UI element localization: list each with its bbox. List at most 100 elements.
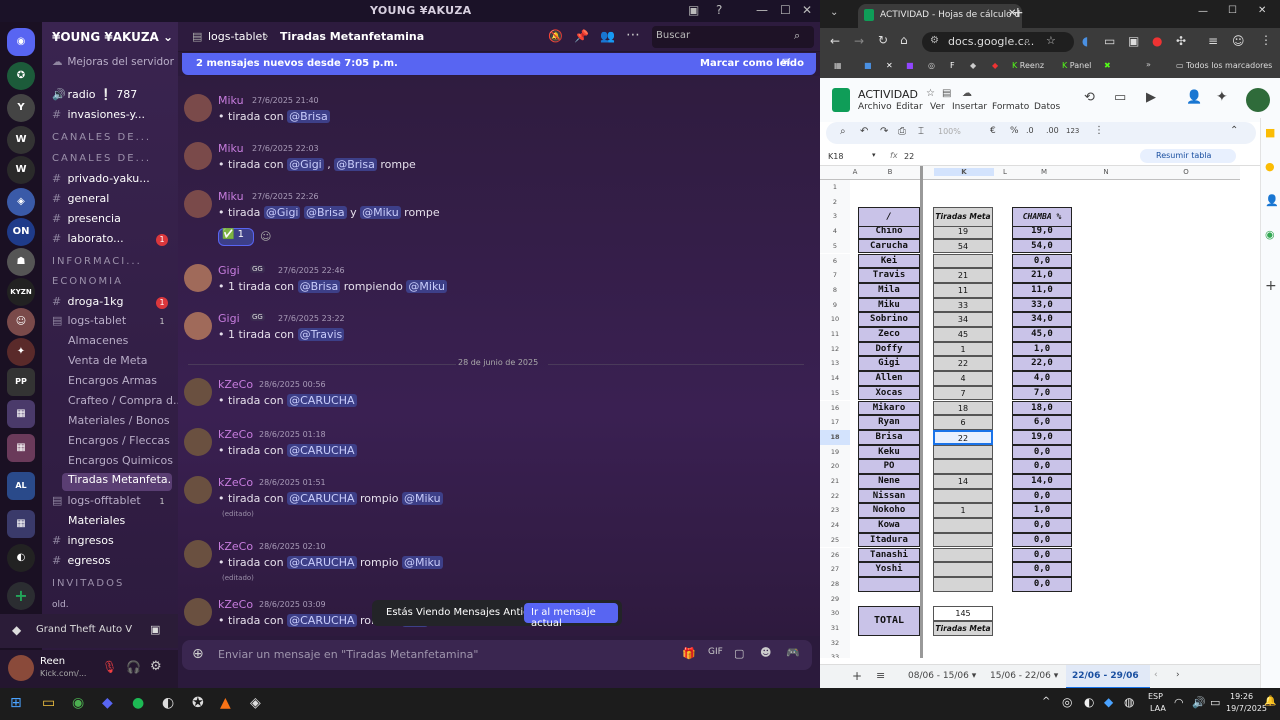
cell-tiradas[interactable] [933, 253, 993, 269]
user-mention[interactable]: @CARUCHA [287, 492, 357, 505]
stream-icon[interactable]: ▣ [150, 623, 160, 636]
volume-icon[interactable]: 🔊 [1192, 696, 1206, 709]
apps-grid-icon[interactable]: ▦ [834, 61, 842, 70]
github-icon[interactable]: ◐ [162, 695, 174, 711]
new-messages-bar[interactable]: 2 mensajes nuevos desde 7:05 p.m. Marcar… [182, 53, 816, 75]
jump-to-present-button[interactable]: Ir al mensaje actual [524, 603, 618, 629]
reload-icon[interactable]: ↻ [878, 33, 888, 47]
column-header[interactable]: L [996, 168, 1014, 176]
cell-chamba[interactable]: 45,0 [1012, 327, 1072, 342]
message-author[interactable]: Miku [218, 190, 244, 203]
bookmark-icon[interactable]: ✕ [886, 61, 893, 70]
browser-tab[interactable]: ACTIVIDAD - Hojas de cálculo d ✕ [858, 4, 1022, 28]
cell-chamba[interactable]: 1,0 [1012, 503, 1072, 519]
cell-name[interactable]: Allen [858, 371, 920, 386]
menu-archivo[interactable]: Archivo [858, 102, 892, 112]
avatar[interactable] [184, 598, 212, 626]
row-header[interactable]: 30 [820, 606, 850, 621]
user-mention[interactable]: @Brisa [297, 280, 341, 293]
cell-tiradas[interactable]: 18 [933, 400, 993, 416]
cell-name[interactable]: Carucha [858, 238, 920, 254]
row-header[interactable]: 13 [820, 356, 850, 372]
cell-chamba[interactable]: 4,0 [1012, 371, 1072, 386]
minimize-icon[interactable]: — [756, 3, 768, 17]
cell-tiradas[interactable] [933, 459, 993, 474]
thread-item[interactable]: Materiales [42, 514, 178, 532]
settings-gear-icon[interactable]: ⚙ [150, 659, 162, 674]
cell-tiradas[interactable]: 7 [933, 385, 993, 401]
message-author[interactable]: kZeCo [218, 476, 253, 489]
voice-channel[interactable]: 🔊 radio ❕ 787 [42, 88, 178, 106]
number-format[interactable]: 123 [1066, 127, 1079, 135]
cell-name[interactable]: Zeco [858, 327, 920, 342]
row-header[interactable]: 5 [820, 238, 850, 254]
all-sheets-icon[interactable]: ≡ [876, 669, 885, 682]
cell-name[interactable]: Keku [858, 444, 920, 460]
avatar[interactable] [184, 94, 212, 122]
emoji-icon[interactable]: ☻ [760, 646, 771, 659]
server-name[interactable]: ¥OUNG ¥AKUZA ⌄ [52, 30, 173, 44]
bookmark-icon[interactable]: ◎ [928, 61, 935, 70]
headphones-icon[interactable]: 🎧 [126, 660, 141, 674]
all-bookmarks[interactable]: ▭ Todos los marcadores [1176, 61, 1272, 70]
cell-chamba[interactable]: 0,0 [1012, 459, 1072, 474]
menu-formato[interactable]: Formato [992, 102, 1029, 112]
server-icon[interactable]: ON [7, 218, 35, 246]
doc-title[interactable]: ACTIVIDAD [858, 88, 918, 101]
avatar[interactable] [184, 142, 212, 170]
tray-icon[interactable]: ◎ [1062, 695, 1072, 709]
sheets-logo-icon[interactable] [832, 88, 850, 112]
menu-editar[interactable]: Editar [896, 102, 923, 112]
message-author[interactable]: kZeCo [218, 540, 253, 553]
cell-name[interactable]: Kei [858, 253, 920, 269]
row-header[interactable]: 26 [820, 547, 850, 563]
close-icon[interactable]: ✕ [802, 3, 812, 17]
bookmark-icon[interactable]: ■ [906, 61, 914, 70]
cell-tiradas[interactable]: 1 [933, 341, 993, 357]
keep-icon[interactable]: ■ [1265, 126, 1275, 139]
minimize-icon[interactable]: — [1198, 6, 1208, 17]
thread-item[interactable]: Venta de Meta [42, 354, 178, 372]
bookmark-reenz[interactable]: K Reenz [1012, 61, 1044, 70]
column-header[interactable]: B [860, 168, 920, 176]
cell-name[interactable]: Mikaro [858, 400, 920, 416]
spreadsheet-grid[interactable]: ABKLMNO 1 2 3 4 Chino 19 19,0 5 Carucha 54 54,0 6 Ke… [820, 166, 1240, 658]
scroll-left-icon[interactable]: ‹ [1154, 670, 1158, 680]
maximize-icon[interactable]: ☐ [780, 3, 791, 17]
message-composer[interactable]: ⊕ Enviar un mensaje en "Tiradas Metanfet… [182, 640, 812, 670]
row-header[interactable]: 20 [820, 459, 850, 474]
cell-tiradas[interactable] [933, 532, 993, 548]
row-header[interactable]: 14 [820, 371, 850, 386]
row-header[interactable]: 12 [820, 341, 850, 357]
cell-tiradas[interactable] [933, 576, 993, 592]
tray-icon[interactable]: ◍ [1124, 695, 1134, 709]
sheet-tab-active[interactable]: 22/06 - 29/06 [1066, 665, 1150, 689]
message-author[interactable]: Gigi [218, 264, 240, 277]
reaction-checkmark[interactable]: ✅ 1 [218, 228, 254, 246]
cell-chamba[interactable]: 1,0 [1012, 341, 1072, 357]
extension-icon[interactable]: ▣ [1128, 34, 1139, 48]
discord-home-icon[interactable]: ◉ [7, 28, 35, 56]
channel-item[interactable]: # droga-1kg 1 [42, 295, 178, 313]
cell-chamba[interactable]: 0,0 [1012, 562, 1072, 577]
channel-item[interactable]: # privado-yaku... [42, 172, 178, 190]
total-footer[interactable]: Tiradas Meta [933, 621, 993, 636]
server-icon[interactable]: ☗ [7, 248, 35, 276]
header-cell[interactable]: / [858, 207, 920, 228]
avatar[interactable] [184, 190, 212, 218]
zoom-icon[interactable]: ⌕ [1024, 34, 1030, 48]
cell-chamba[interactable]: 34,0 [1012, 312, 1072, 327]
bookmark-icon[interactable]: F [950, 61, 955, 70]
profile-icon[interactable]: ☺ [1232, 34, 1245, 48]
cell-chamba[interactable]: 18,0 [1012, 400, 1072, 416]
cell-chamba[interactable]: 0,0 [1012, 253, 1072, 269]
cell-chamba[interactable]: 14,0 [1012, 474, 1072, 489]
row-header[interactable]: 9 [820, 297, 850, 313]
summarize-table-button[interactable]: Resumir tabla [1140, 149, 1236, 163]
user-mention[interactable]: @Brisa [287, 110, 330, 123]
screen-share-icon[interactable]: ▣ [688, 3, 699, 17]
row-header[interactable]: 7 [820, 268, 850, 283]
cell-chamba[interactable]: 0,0 [1012, 576, 1072, 592]
cell-name[interactable]: Miku [858, 297, 920, 313]
cell-chamba[interactable]: 33,0 [1012, 297, 1072, 313]
